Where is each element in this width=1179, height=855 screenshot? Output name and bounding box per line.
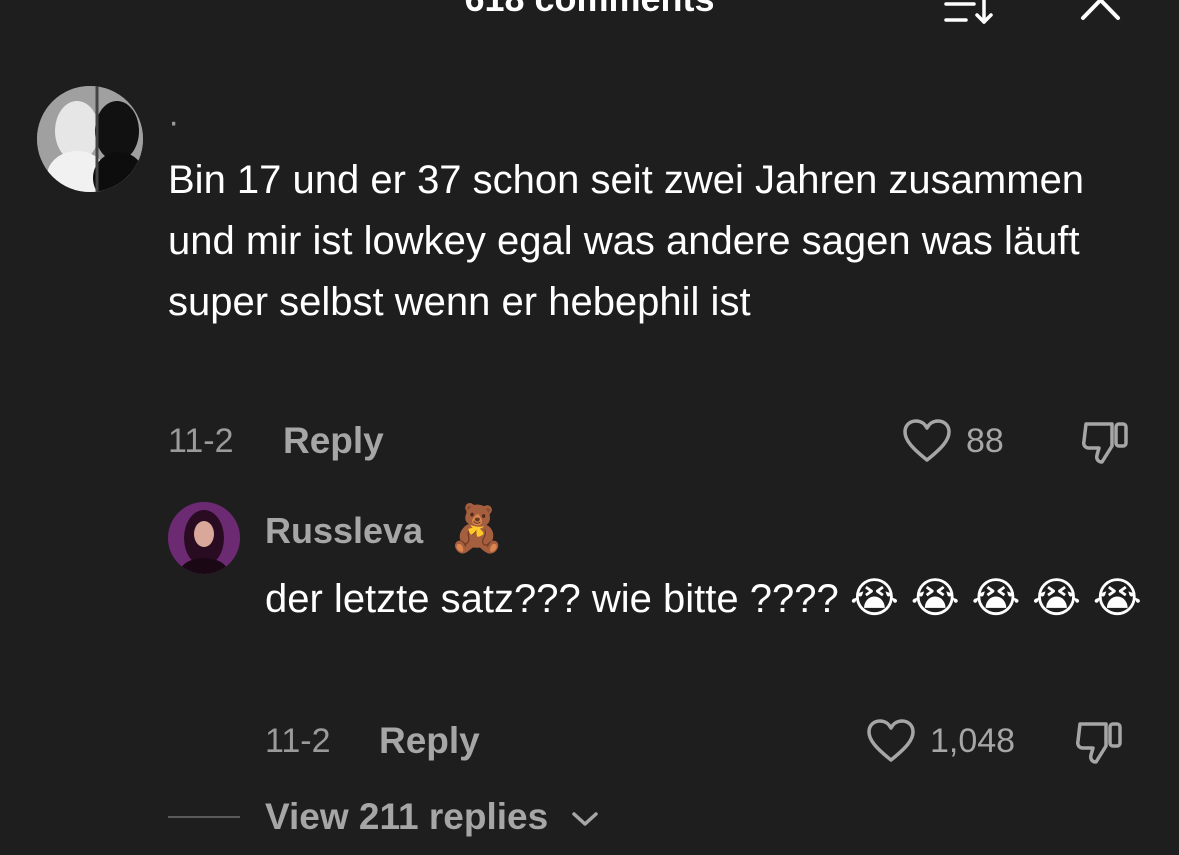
replies-divider	[168, 816, 240, 818]
avatar-image	[37, 86, 143, 192]
close-icon[interactable]	[1080, 0, 1122, 22]
teddy-bear-badge: 🧸	[448, 502, 506, 554]
reply-username[interactable]: Russleva	[265, 510, 423, 552]
reply-button[interactable]: Reply	[283, 420, 384, 462]
chevron-down-icon[interactable]	[570, 808, 600, 830]
dislike-icon[interactable]	[1080, 418, 1132, 466]
view-replies-button[interactable]: View 211 replies	[265, 796, 548, 838]
like-count: 1,048	[930, 722, 1016, 760]
reply-avatar[interactable]	[168, 502, 240, 574]
reply-date: 11-2	[265, 722, 331, 760]
comments-count-title: 618 comments	[0, 0, 1179, 20]
avatar[interactable]	[37, 86, 143, 192]
dislike-icon[interactable]	[1074, 718, 1126, 766]
reply-text-body: der letzte satz??? wie bitte ????	[265, 577, 839, 621]
like-count: 88	[966, 422, 1004, 460]
heart-icon[interactable]	[866, 718, 916, 764]
heart-icon[interactable]	[902, 418, 952, 464]
reply-button[interactable]: Reply	[379, 720, 480, 762]
sort-icon[interactable]	[944, 0, 996, 26]
avatar-image	[168, 502, 240, 574]
comment-username[interactable]: ·	[168, 103, 179, 142]
reply-text: der letzte satz??? wie bitte ???? 😭 😭 😭 …	[265, 567, 1145, 630]
crying-face-emojis: 😭 😭 😭 😭 😭	[849, 574, 1142, 621]
comment-date: 11-2	[168, 422, 234, 460]
comment-text: Bin 17 und er 37 schon seit zwei Jahren …	[168, 158, 1085, 324]
